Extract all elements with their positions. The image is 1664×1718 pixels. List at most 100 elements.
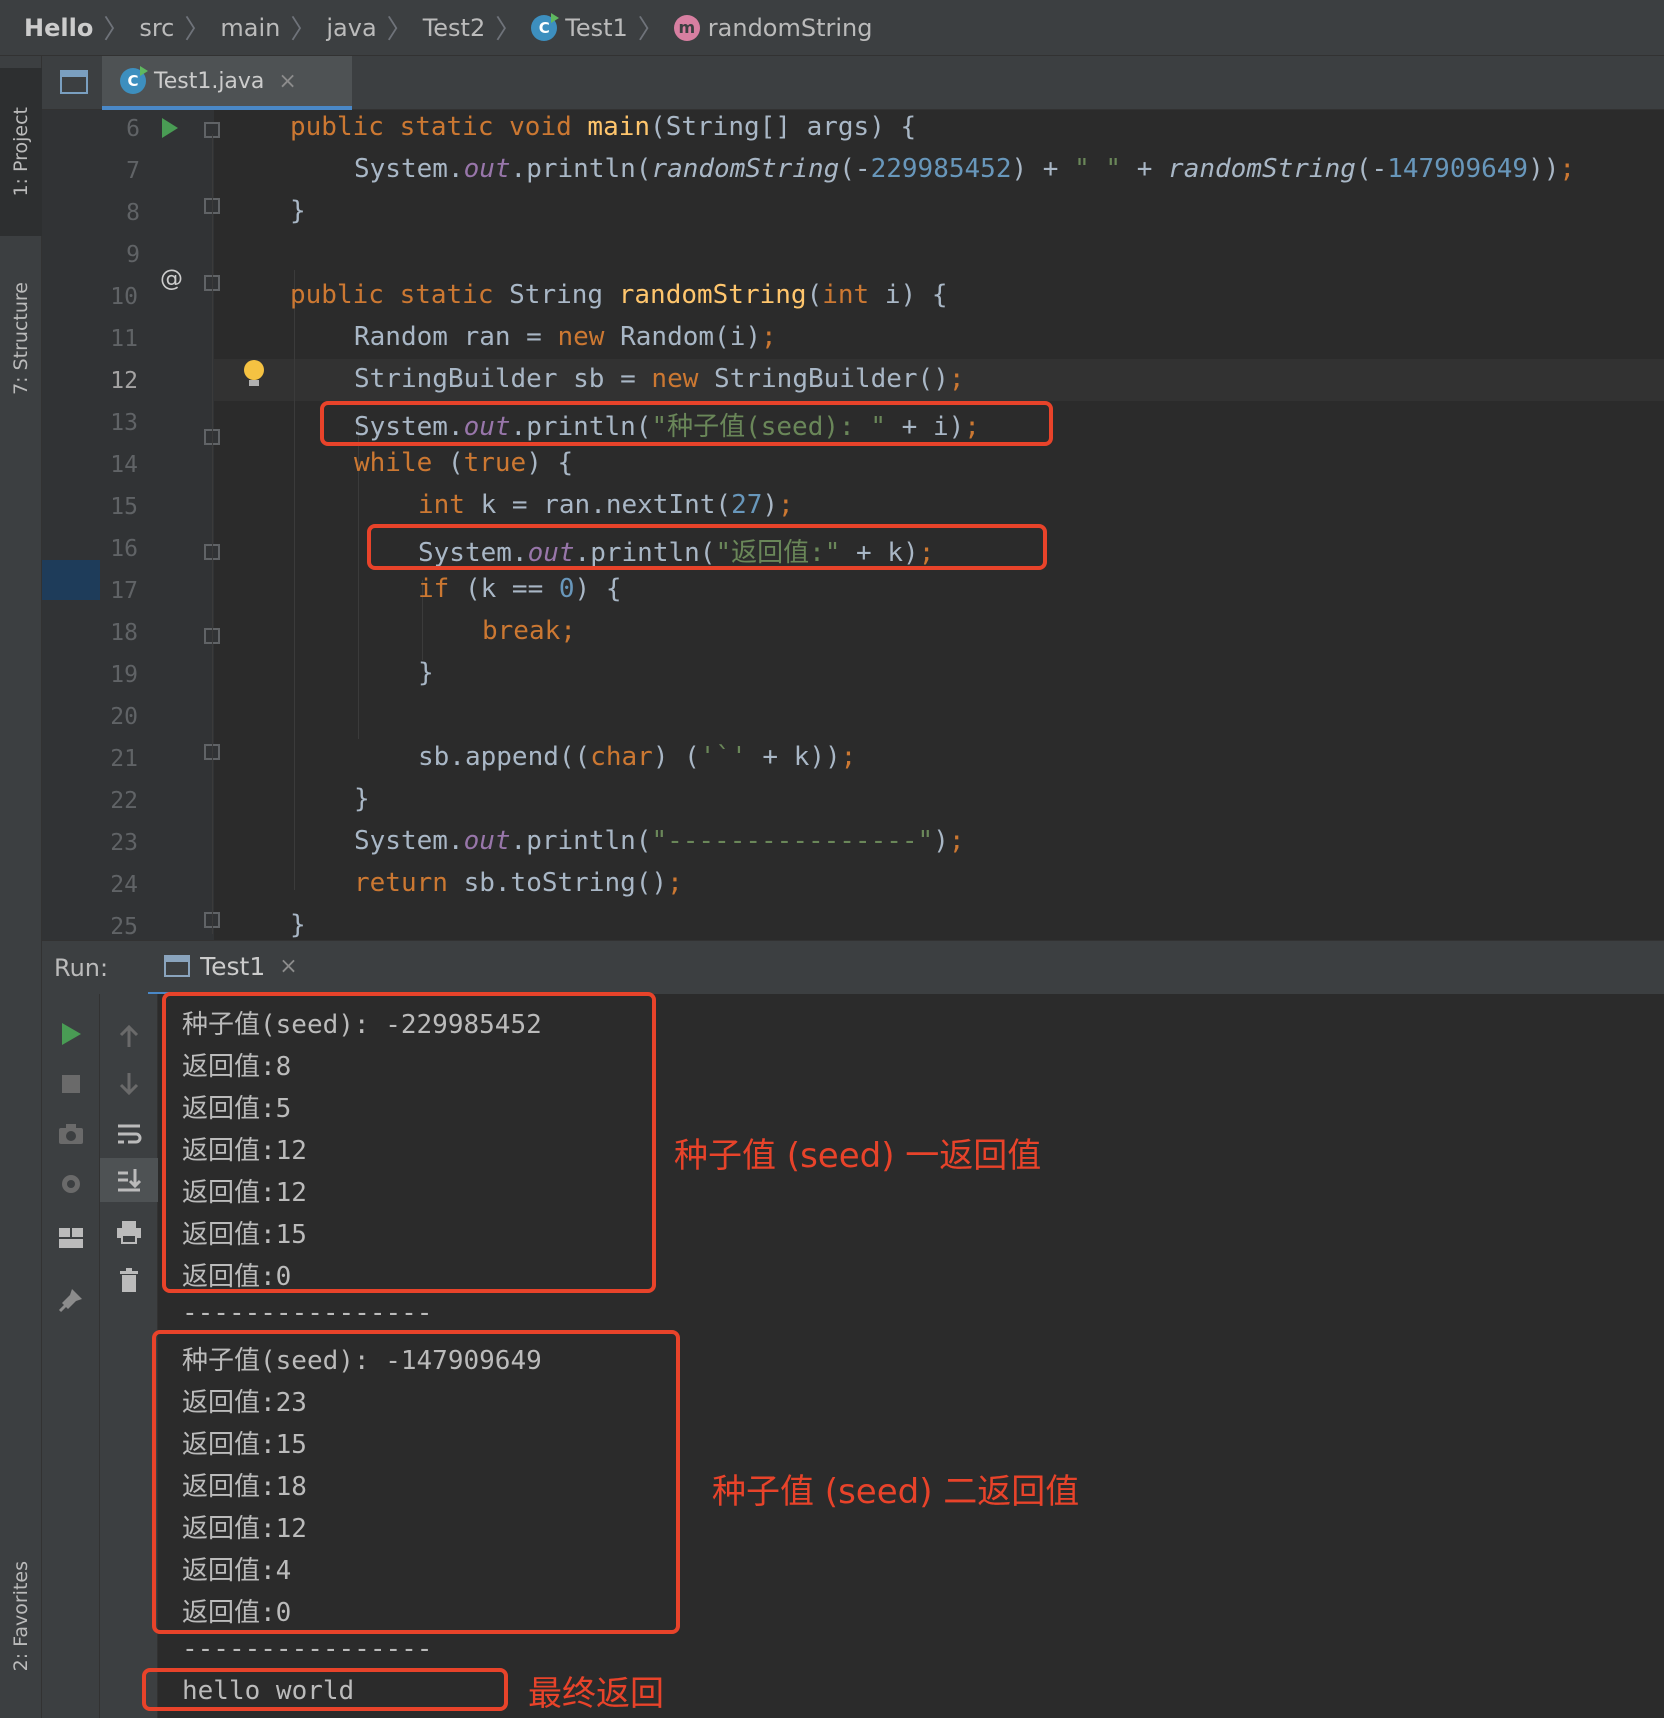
line-number[interactable]: 8 [102, 200, 140, 226]
run-gutter-icon[interactable] [162, 118, 178, 138]
line-number[interactable]: 16 [100, 536, 138, 562]
code-line-6: public static void main(String[] args) { [290, 112, 917, 142]
class-icon: C [120, 66, 148, 94]
annotation-box-seed2-output [152, 1330, 680, 1634]
method-icon: m [673, 14, 700, 41]
close-icon[interactable]: × [279, 954, 297, 979]
fold-line [212, 134, 213, 934]
chevron-right-icon: 〉 [637, 15, 664, 45]
editor-tab-bar: C Test1.java × [42, 56, 1664, 110]
layout-icon[interactable] [42, 1216, 100, 1260]
run-toolbar-primary [42, 994, 100, 1718]
run-panel-header: Run: Test1 × [42, 940, 1664, 995]
editor-tab-label: Test1.java [154, 68, 265, 94]
editor-tab-test1[interactable]: C Test1.java × [102, 56, 352, 110]
line-number[interactable]: 18 [100, 620, 138, 646]
arrow-up-icon[interactable] [100, 1014, 158, 1058]
line-number[interactable]: 25 [100, 914, 138, 940]
pin-icon[interactable] [42, 1278, 100, 1322]
line-number[interactable]: 19 [100, 662, 138, 688]
line-number[interactable]: 17 [100, 578, 138, 604]
run-tab-label: Test1 [200, 951, 266, 981]
print-icon[interactable] [100, 1210, 158, 1254]
code-line-14: while (true) { [354, 448, 574, 478]
tool-tab-favorites-label: 2: Favorites [10, 1560, 32, 1672]
annotation-label-seed1: 种子值 (seed) 一返回值 [674, 1136, 1042, 1176]
code-line-8: } [290, 196, 306, 226]
tool-tab-favorites[interactable]: 2: Favorites [0, 1516, 42, 1716]
console-icon [164, 955, 191, 977]
code-line-23: System.out.println("----------------"); [354, 826, 965, 856]
code-line-25: } [290, 910, 306, 940]
code-line-18: break; [482, 616, 576, 646]
stop-icon[interactable] [42, 1062, 100, 1106]
tool-tab-structure-label: 7: Structure [10, 282, 32, 395]
line-number[interactable]: 10 [100, 284, 138, 310]
chevron-right-icon: 〉 [103, 15, 130, 45]
chevron-right-icon: 〉 [184, 15, 211, 45]
breadcrumb-src[interactable]: src [139, 14, 174, 42]
line-number[interactable]: 22 [100, 788, 138, 814]
scroll-to-end-icon[interactable] [100, 1158, 158, 1202]
line-number[interactable]: 24 [100, 872, 138, 898]
console-line: ---------------- [182, 1634, 433, 1664]
line-number[interactable]: 9 [102, 242, 140, 268]
line-number[interactable]: 11 [100, 326, 138, 352]
class-icon: C [531, 12, 560, 41]
tool-tab-project-label: 1: Project [10, 107, 32, 197]
line-number[interactable]: 12 [100, 368, 138, 394]
tool-tab-structure[interactable]: 7: Structure [0, 246, 42, 431]
code-line-17: if (k == 0) { [418, 574, 622, 604]
tool-tab-project[interactable]: 1: Project [0, 68, 42, 236]
annotation-box-final-output [142, 1668, 508, 1711]
annotation-box-return-print [367, 524, 1047, 570]
chevron-right-icon: 〉 [290, 15, 317, 45]
run-label: Run: [54, 953, 109, 982]
indent-guide [294, 270, 295, 890]
line-number[interactable]: 13 [100, 410, 138, 436]
rerun-icon[interactable] [42, 1012, 100, 1056]
line-number[interactable]: 7 [102, 158, 140, 184]
chevron-right-icon: 〉 [386, 15, 413, 45]
breadcrumb-test2[interactable]: Test2 [423, 14, 486, 42]
line-number[interactable]: 21 [100, 746, 138, 772]
breadcrumb-test1-label: Test1 [565, 13, 628, 42]
code-line-19: } [418, 658, 434, 688]
annotation-box-seed-print [320, 401, 1053, 446]
console-line: ---------------- [182, 1298, 433, 1328]
breadcrumb: Hello 〉 src 〉 main 〉 java 〉 Test2 〉 C Te… [0, 0, 1664, 56]
breadcrumb-randomstring[interactable]: m randomString [673, 13, 873, 42]
soft-wrap-icon[interactable] [100, 1112, 158, 1156]
annotation-box-seed1-output [162, 992, 656, 1293]
window-icon[interactable] [60, 70, 88, 94]
scroll-position-marker [42, 560, 100, 600]
code-line-11: Random ran = new Random(i); [354, 322, 777, 352]
run-toolbar-secondary [100, 994, 158, 1718]
code-line-21: sb.append((char) ('`' + k)); [418, 742, 857, 772]
line-number[interactable]: 15 [100, 494, 138, 520]
arrow-down-icon[interactable] [100, 1062, 158, 1106]
code-line-12: StringBuilder sb = new StringBuilder(); [354, 364, 965, 394]
run-tab-test1[interactable]: Test1 × [148, 941, 314, 995]
breadcrumb-test1[interactable]: C Test1 [531, 12, 628, 42]
line-number[interactable]: 23 [100, 830, 138, 856]
line-number[interactable]: 20 [100, 704, 138, 730]
left-tool-strip: 1: Project 7: Structure 2: Favorites [0, 56, 42, 1718]
breadcrumb-java[interactable]: java [326, 14, 376, 42]
line-number[interactable]: 14 [100, 452, 138, 478]
breadcrumb-randomstring-label: randomString [707, 13, 873, 42]
camera-icon[interactable] [42, 1112, 100, 1156]
code-line-10: public static String randomString(int i)… [290, 280, 948, 310]
annotation-label-final: 最终返回 [528, 1674, 664, 1714]
line-number[interactable]: 6 [102, 116, 140, 142]
close-icon[interactable]: × [278, 69, 296, 94]
chevron-right-icon: 〉 [495, 15, 522, 45]
override-icon[interactable]: @ [160, 266, 183, 292]
breadcrumb-project[interactable]: Hello [24, 14, 93, 42]
trash-icon[interactable] [100, 1258, 158, 1302]
code-line-22: } [354, 784, 370, 814]
code-line-24: return sb.toString(); [354, 868, 683, 898]
debug-settings-icon[interactable] [42, 1162, 100, 1206]
breadcrumb-main[interactable]: main [220, 14, 280, 42]
lightbulb-icon[interactable] [244, 360, 264, 386]
